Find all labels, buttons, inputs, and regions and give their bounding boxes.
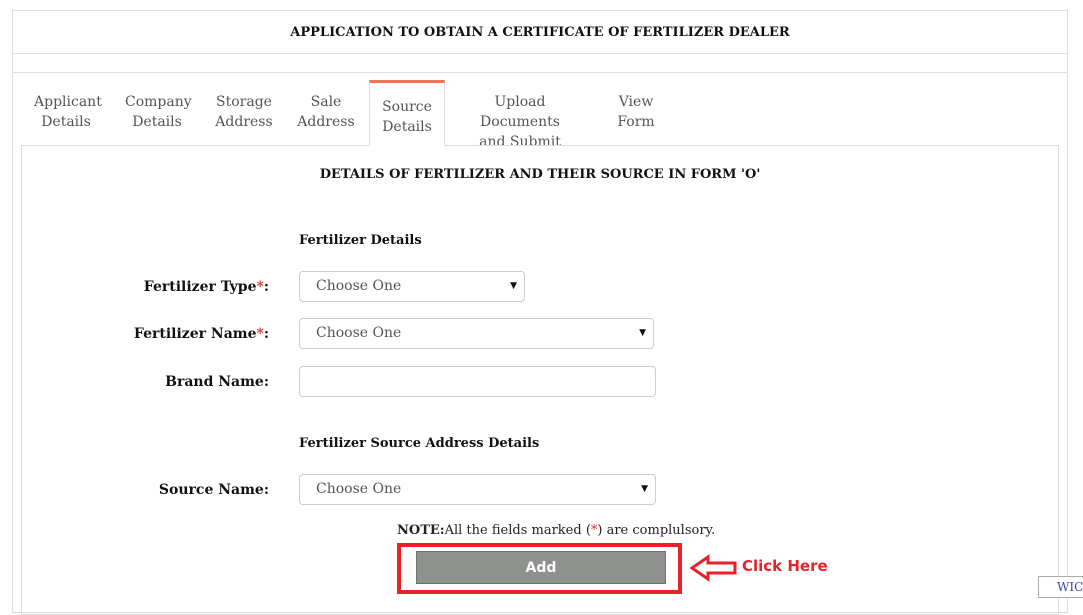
tab-label-line1: Applicant (34, 94, 102, 110)
select-value: Choose One (316, 325, 402, 341)
tab-source-details[interactable]: Source Details (369, 80, 445, 146)
arrow-left-icon (690, 554, 737, 582)
fertilizer-name-select[interactable]: Choose One ▼ (299, 318, 654, 349)
tab-view-form[interactable]: View Form (600, 92, 672, 132)
tab-label-line2: Address (215, 114, 273, 130)
required-mark: * (256, 279, 264, 295)
label-colon: : (263, 326, 269, 342)
tab-label-line1: Upload Documents (480, 94, 560, 130)
note-text-end: ) are complulsory. (597, 523, 716, 538)
header-gap (13, 54, 1067, 73)
source-details-title: Fertilizer Source Address Details (299, 436, 540, 451)
tab-label-line1: Source (382, 99, 432, 115)
tab-label-line1: Storage (216, 94, 272, 110)
select-value: Choose One (316, 481, 402, 497)
corner-tag[interactable]: WIC (1038, 576, 1083, 598)
fertilizer-details-title: Fertilizer Details (299, 233, 422, 248)
tab-label-line1: View Form (617, 94, 655, 130)
click-here-annotation: Click Here (742, 557, 828, 575)
tab-label-line1: Company (125, 94, 192, 110)
select-value: Choose One (316, 278, 402, 294)
tab-company-details[interactable]: Company Details (125, 92, 192, 132)
fertilizer-name-label: Fertilizer Name*: (69, 326, 269, 342)
triangle-down-icon: ▼ (639, 328, 646, 338)
tab-applicant-details[interactable]: Applicant Details (34, 92, 102, 132)
fertilizer-type-label: Fertilizer Type*: (69, 279, 269, 295)
tab-upload-documents[interactable]: Upload Documents and Submit (458, 92, 582, 152)
triangle-down-icon: ▼ (510, 281, 517, 291)
note-text: All the fields marked ( (444, 523, 591, 538)
page-title: APPLICATION TO OBTAIN A CERTIFICATE OF F… (12, 10, 1068, 53)
tab-label-line2: Details (41, 114, 91, 130)
source-name-select[interactable]: Choose One ▼ (299, 474, 656, 505)
tab-sale-address[interactable]: Sale Address (296, 92, 356, 132)
label-text: Fertilizer Type (143, 279, 257, 295)
tab-label-line1: Sale (310, 94, 342, 110)
triangle-down-icon: ▼ (641, 484, 648, 494)
label-text: Fertilizer Name (133, 326, 257, 342)
tab-label-line2: Address (297, 114, 355, 130)
form-heading: DETAILS OF FERTILIZER AND THEIR SOURCE I… (319, 167, 761, 182)
tab-storage-address[interactable]: Storage Address (212, 92, 276, 132)
tab-label-line2: Details (382, 119, 432, 135)
add-button[interactable]: Add (416, 551, 666, 584)
required-note: NOTE:All the fields marked (*) are compl… (397, 523, 715, 538)
required-mark: * (256, 326, 264, 342)
source-name-label: Source Name: (158, 482, 269, 498)
brand-name-input[interactable] (299, 366, 656, 397)
tab-label-line2: Details (132, 114, 182, 130)
label-colon: : (263, 279, 269, 295)
brand-name-label: Brand Name: (165, 374, 269, 390)
fertilizer-type-select[interactable]: Choose One ▼ (299, 271, 525, 302)
note-prefix: NOTE: (397, 523, 445, 538)
